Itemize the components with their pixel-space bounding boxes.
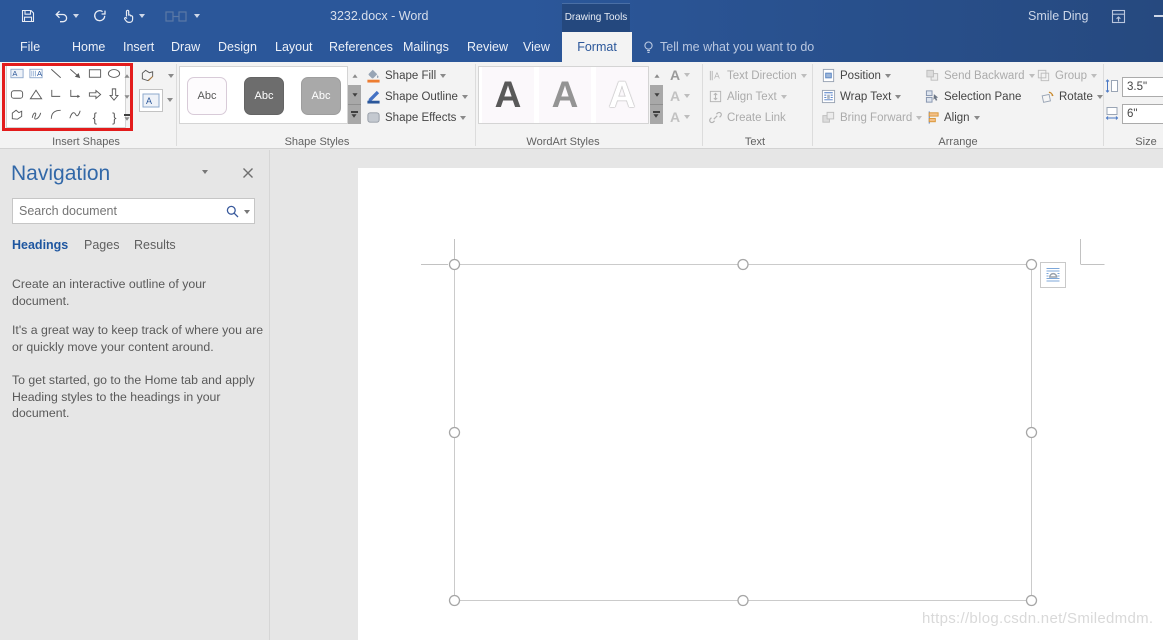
navigation-close-icon[interactable]: [242, 166, 254, 184]
search-box[interactable]: [12, 198, 255, 224]
undo-dropdown-icon[interactable]: [73, 14, 79, 18]
tab-references[interactable]: References: [329, 32, 393, 62]
shape-style-3[interactable]: Abc: [301, 77, 341, 115]
tab-design[interactable]: Design: [218, 32, 257, 62]
group-button[interactable]: Group: [1036, 68, 1097, 83]
touch-mode-dropdown-icon[interactable]: [139, 14, 145, 18]
draw-text-box-button[interactable]: A: [139, 89, 163, 112]
search-dropdown-icon[interactable]: [244, 210, 250, 214]
minimize-button[interactable]: [1154, 15, 1163, 17]
shape-style-1[interactable]: Abc: [187, 77, 227, 115]
layout-options-button[interactable]: [1040, 262, 1066, 288]
text-group-label: Text: [744, 136, 766, 148]
wordart-style-1[interactable]: A: [482, 67, 534, 123]
create-link-button[interactable]: Create Link: [708, 110, 786, 125]
wordart-group-label: WordArt Styles: [526, 136, 600, 148]
search-icon[interactable]: [225, 204, 240, 224]
redo-icon[interactable]: [92, 8, 108, 29]
tellme-bulb-icon: [641, 40, 656, 60]
insert-shapes-group-label: Insert Shapes: [52, 136, 120, 148]
tab-draw[interactable]: Draw: [171, 32, 200, 62]
nav-paragraph-3: To get started, go to the Home tab and a…: [12, 373, 255, 420]
shape-width-icon: [1105, 105, 1119, 126]
tab-view[interactable]: View: [523, 32, 550, 62]
svg-text:A: A: [146, 96, 152, 106]
svg-text:A: A: [714, 70, 720, 80]
bring-forward-button[interactable]: Bring Forward: [821, 110, 923, 125]
title-bar: 3232.docx - Word Drawing Tools Smile Din…: [0, 0, 1163, 62]
edit-shape-button[interactable]: [140, 68, 174, 83]
align-button[interactable]: Align: [925, 110, 980, 125]
shape-width-input[interactable]: [1122, 104, 1163, 124]
watermark-text: https://blog.csdn.net/Smiledmdm.: [922, 610, 1154, 627]
tab-file[interactable]: File: [20, 32, 40, 62]
save-icon[interactable]: [20, 8, 36, 29]
wordart-style-3[interactable]: A: [596, 67, 648, 123]
text-fill-button[interactable]: A: [670, 67, 691, 83]
ribbon-display-options-icon[interactable]: [1110, 8, 1127, 30]
tab-layout[interactable]: Layout: [275, 32, 313, 62]
shape-height-icon: [1105, 78, 1119, 99]
text-direction-button[interactable]: A Text Direction: [708, 68, 807, 83]
shape-style-2[interactable]: Abc: [244, 77, 284, 115]
selected-shape-border[interactable]: [454, 264, 1032, 601]
word-window: 3232.docx - Word Drawing Tools Smile Din…: [0, 0, 1163, 640]
wordart-scrollbar[interactable]: [650, 66, 663, 124]
tab-home[interactable]: Home: [72, 32, 105, 62]
shape-styles-scrollbar[interactable]: [348, 66, 361, 124]
paginate-icon: [164, 8, 188, 29]
shape-selection-overlay: [421, 239, 1105, 607]
text-outline-button[interactable]: A: [670, 88, 691, 104]
align-text-button[interactable]: Align Text: [708, 89, 787, 104]
search-input[interactable]: [19, 202, 219, 220]
size-group-label: Size: [1135, 136, 1157, 148]
selection-pane-button[interactable]: Selection Pane: [925, 89, 1021, 104]
tellme-text[interactable]: Tell me what you want to do: [660, 32, 814, 62]
document-area: https://blog.csdn.net/Smiledmdm.: [270, 150, 1163, 640]
wordart-style-2[interactable]: A: [539, 67, 591, 123]
shape-outline-button[interactable]: Shape Outline: [366, 89, 468, 104]
shape-effects-button[interactable]: Shape Effects: [366, 110, 467, 125]
undo-icon[interactable]: [52, 8, 69, 29]
navigation-options-dropdown-icon[interactable]: [202, 170, 208, 174]
tab-insert[interactable]: Insert: [123, 32, 154, 62]
red-highlight-box: [2, 63, 133, 131]
navigation-pane-title: Navigation: [11, 162, 111, 185]
selection-handles[interactable]: [448, 258, 1038, 607]
touch-mode-icon[interactable]: [120, 8, 136, 29]
qat-customize-icon[interactable]: [194, 14, 200, 18]
rotate-button[interactable]: Rotate: [1040, 89, 1103, 104]
document-title: 3232.docx - Word: [330, 9, 429, 23]
shape-height-input[interactable]: [1122, 77, 1163, 97]
wrap-text-button[interactable]: Wrap Text: [821, 89, 902, 104]
shape-styles-group-label: Shape Styles: [284, 136, 350, 148]
nav-paragraph-2: It's a great way to keep track of where …: [12, 323, 264, 354]
tab-review[interactable]: Review: [467, 32, 508, 62]
position-button[interactable]: Position: [821, 68, 891, 83]
shape-fill-button[interactable]: Shape Fill: [366, 68, 447, 83]
contextual-tab-group: Drawing Tools: [562, 3, 630, 32]
text-effects-button[interactable]: A: [670, 109, 691, 125]
nav-tab-results[interactable]: Results: [134, 238, 176, 252]
ribbon: A A { } A Insert Shapes Abc Abc Abc Shap…: [0, 62, 1163, 210]
send-backward-button[interactable]: Send Backward: [925, 68, 1035, 83]
nav-paragraph-1: Create an interactive outline of your doc…: [12, 277, 207, 308]
tab-mailings[interactable]: Mailings: [403, 32, 449, 62]
text-box-dropdown-icon[interactable]: [167, 98, 173, 102]
nav-tab-pages[interactable]: Pages: [84, 238, 119, 252]
nav-tab-headings[interactable]: Headings: [12, 238, 68, 252]
text-boundary-marks: [421, 239, 1105, 265]
arrange-group-label: Arrange: [938, 136, 978, 148]
tab-format-active[interactable]: Format: [562, 32, 632, 62]
user-name[interactable]: Smile Ding: [1028, 0, 1088, 32]
